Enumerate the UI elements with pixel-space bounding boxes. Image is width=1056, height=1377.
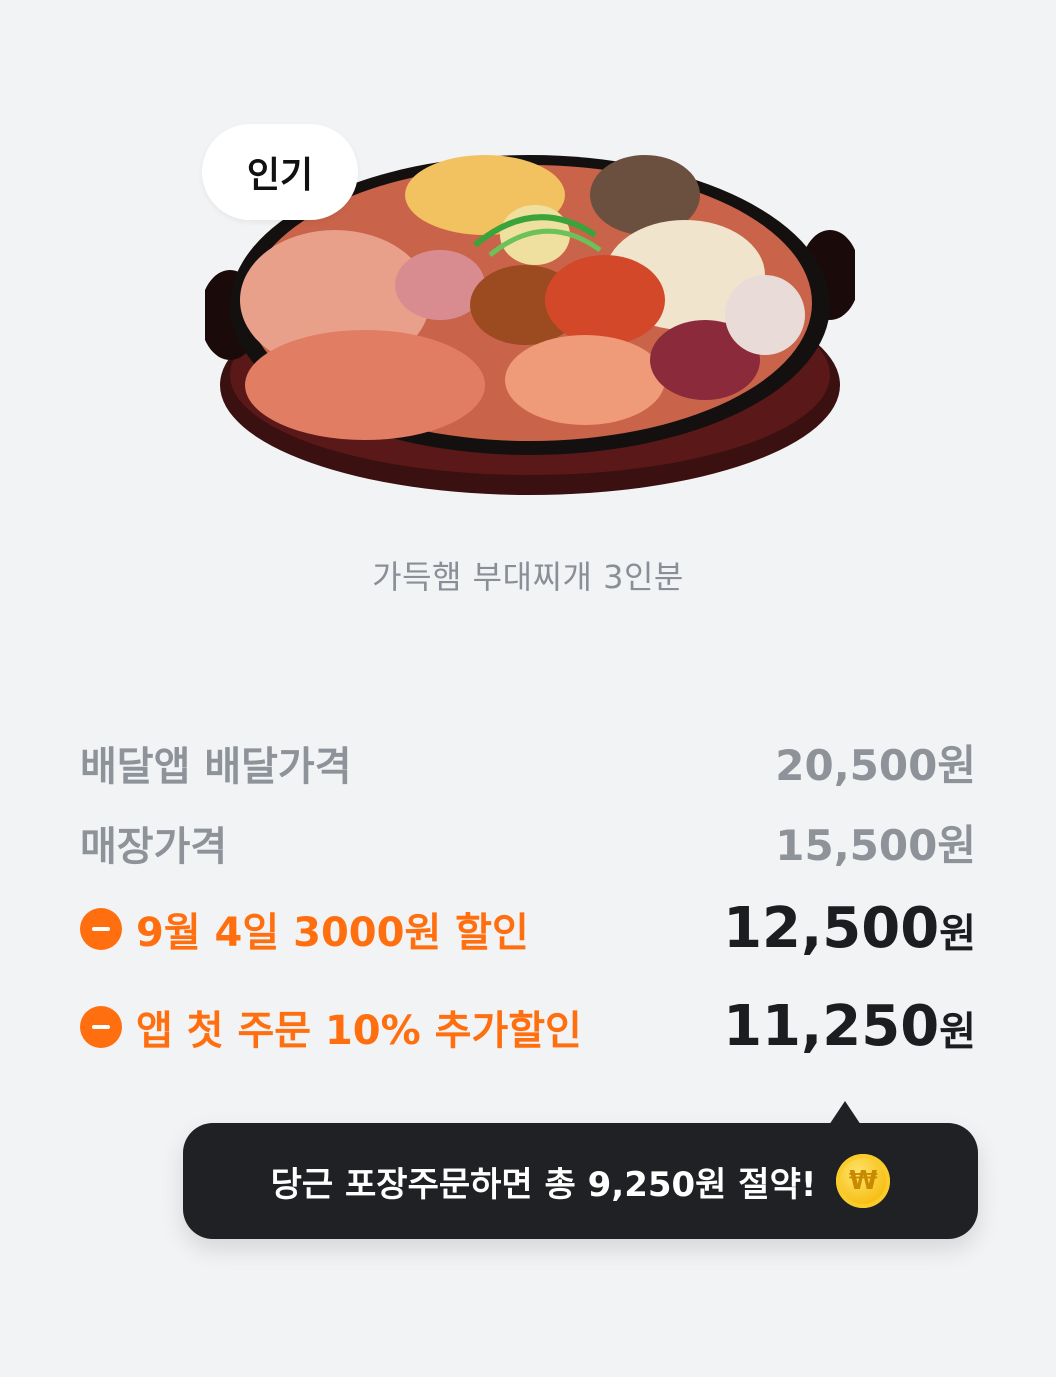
store-price-row: 매장가격 15,500원 (80, 812, 976, 873)
store-price-value: 15,500원 (775, 821, 976, 870)
discount-price-first-order-unit: 원 (939, 1009, 976, 1055)
won-coin-icon: ₩ (836, 1154, 891, 1208)
savings-tooltip: 당근 포장주문하면 총 9,250원 절약! ₩ (183, 1101, 978, 1239)
popular-badge: 인기 (202, 124, 358, 220)
discount-label-first-order: 앱 첫 주문 10% 추가할인 (80, 998, 582, 1056)
discount-label-date: 9월 4일 3000원 할인 (80, 900, 529, 958)
store-price-label: 매장가격 (80, 823, 228, 870)
discount-price-first-order-value: 11,250 (723, 994, 940, 1059)
popular-badge-label: 인기 (246, 155, 314, 196)
discount-label-first-order-text: 앱 첫 주문 10% 추가할인 (136, 1007, 582, 1054)
discount-row-date: 9월 4일 3000원 할인 12,500원 (80, 896, 976, 961)
discount-price-date-unit: 원 (939, 911, 976, 957)
product-name: 가득햄 부대찌개 3인분 (372, 558, 684, 596)
savings-tooltip-text: 당근 포장주문하면 총 9,250원 절약! (270, 1164, 817, 1205)
discount-price-date-value: 12,500 (723, 896, 940, 961)
discount-price-first-order: 11,250원 (723, 994, 976, 1059)
delivery-price-label: 배달앱 배달가격 (80, 743, 352, 790)
discount-price-date: 12,500원 (723, 896, 976, 961)
discount-row-first-order: 앱 첫 주문 10% 추가할인 11,250원 (80, 994, 976, 1059)
minus-icon (80, 1005, 122, 1048)
delivery-price-row: 배달앱 배달가격 20,500원 (80, 732, 976, 793)
delivery-price-value: 20,500원 (775, 741, 976, 790)
discount-label-date-text: 9월 4일 3000원 할인 (136, 909, 529, 956)
minus-icon (80, 907, 122, 950)
